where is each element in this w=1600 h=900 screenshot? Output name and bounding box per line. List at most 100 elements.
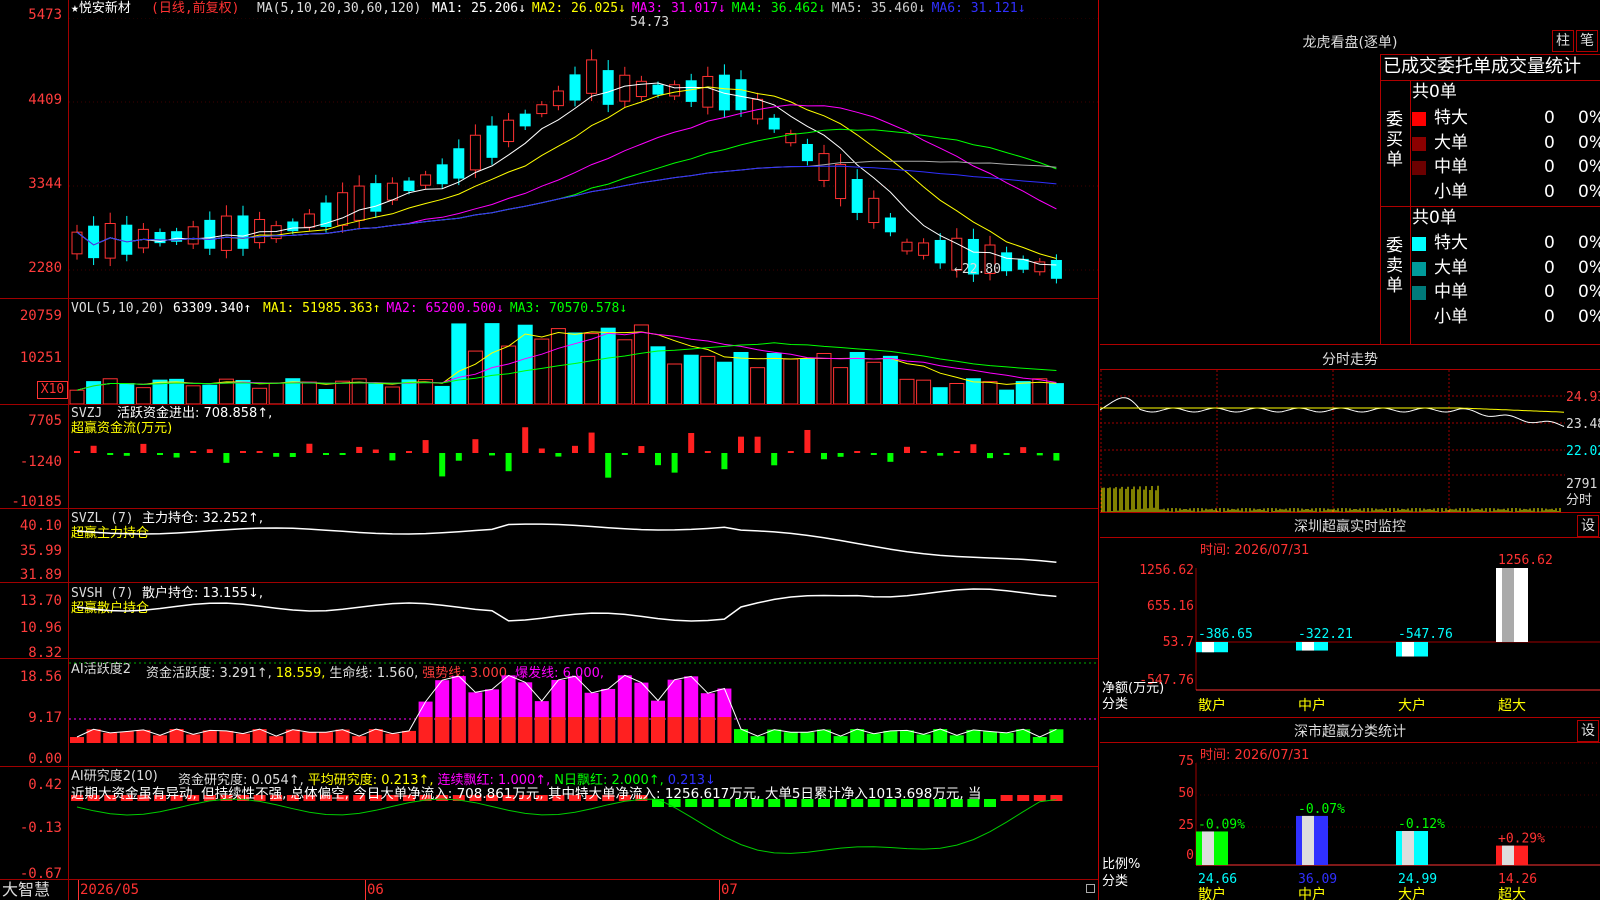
sz-class-settings-button[interactable]: 设 <box>1577 720 1599 742</box>
order-count: 0 <box>1544 132 1555 153</box>
candle-body <box>386 182 398 201</box>
order-size-row: 中单 0 0% <box>1412 280 1600 305</box>
candlestick-chart[interactable] <box>69 18 1098 298</box>
sz-monitor-y-label: 53.7 <box>1162 635 1194 650</box>
category-label: 大户 <box>1398 886 1426 900</box>
activity-base-bar <box>634 717 649 743</box>
candle-body <box>220 215 232 251</box>
intraday-chart[interactable] <box>1100 370 1565 512</box>
volume-bar <box>683 354 699 404</box>
vol-value: 63309.340↑ <box>173 301 252 316</box>
bar-mode-button[interactable]: 柱 <box>1552 30 1574 52</box>
volume-bar <box>318 389 334 404</box>
fund-flow-bar <box>240 451 246 453</box>
fund-flow-bar <box>323 453 329 455</box>
main-chart-area[interactable]: ★悦安新材 (日线,前复权) MA(5,10,20,30,60,120) MA1… <box>0 0 1100 900</box>
lock-icon[interactable] <box>1086 884 1095 893</box>
candle-body <box>121 224 133 255</box>
intraday-title: 分时走势 <box>1322 352 1378 368</box>
price-line <box>1100 397 1565 427</box>
fund-flow-bar <box>206 449 213 453</box>
volume-chart[interactable] <box>69 316 1098 404</box>
dragon-tabs[interactable]: 已成交委托单成交量统计 <box>1383 56 1600 78</box>
candle-body <box>187 226 199 245</box>
candle-body <box>353 185 365 221</box>
fund-flow-bar <box>854 451 861 453</box>
candle-body <box>884 217 896 233</box>
activity-bar <box>269 736 284 743</box>
fund-flow-chart[interactable] <box>69 405 1098 508</box>
volume-bar <box>102 378 118 404</box>
volume-bar <box>119 383 135 404</box>
candle-body <box>818 153 830 181</box>
activity-base-bar <box>601 717 616 743</box>
activity-bar <box>800 732 815 743</box>
activity-bar <box>302 732 317 743</box>
net-amount-bar-highlight <box>1202 642 1214 653</box>
volume-bar <box>783 358 799 404</box>
candle-body <box>254 218 266 244</box>
candle-body <box>918 242 930 256</box>
volume-bar <box>235 379 251 404</box>
volume-bar <box>733 351 749 404</box>
fund-flow-bar <box>422 440 429 453</box>
candle-body <box>204 219 216 249</box>
tick-mode-button[interactable]: 笔 <box>1576 30 1598 52</box>
fund-flow-bar <box>173 453 180 458</box>
order-count: 0 <box>1544 282 1555 302</box>
order-count: 0 <box>1544 257 1555 278</box>
net-amount-value: -322.21 <box>1298 627 1353 642</box>
volume-bar <box>667 363 683 404</box>
sz-monitor-settings-button[interactable]: 设 <box>1577 515 1599 537</box>
volume-bar <box>849 351 865 404</box>
legend-item: MA1: 51985.363↑ <box>263 301 381 316</box>
retail-position-chart[interactable] <box>69 583 1098 658</box>
volume-bar <box>600 327 616 404</box>
ai-research-chart[interactable] <box>69 767 1098 879</box>
ai-activity-chart[interactable] <box>69 659 1098 766</box>
volume-bar <box>135 387 151 404</box>
fund-flow-bar <box>688 432 695 453</box>
activity-base-bar <box>435 717 450 743</box>
activity-bar <box>750 736 765 743</box>
volume-bar <box>501 345 517 404</box>
order-pct: 0% <box>1578 157 1600 177</box>
candle-body <box>735 79 747 111</box>
fund-flow-bar <box>904 446 910 453</box>
order-size-row: 特大 0 0% <box>1412 106 1600 131</box>
candle-body <box>536 104 548 115</box>
candle-body <box>519 113 531 127</box>
fund-flow-bar <box>887 453 894 462</box>
fund-flow-bar <box>273 453 280 457</box>
volume-bar <box>700 355 716 404</box>
order-pct: 0% <box>1578 181 1600 202</box>
activity-bar <box>783 732 798 743</box>
fund-flow-bar <box>289 453 296 457</box>
fund-flow-bar <box>1036 453 1043 456</box>
sz-class-panel: 深市超赢分类统计 设 时间: 2026/07/31 -0.09% 24.66 散户 -… <box>1100 718 1600 900</box>
activity-bar <box>70 737 84 743</box>
volume-bar <box>185 385 201 404</box>
order-size-name: 特大 <box>1434 108 1468 128</box>
activity-bar <box>402 730 416 743</box>
ai-research-y-label: -0.13 <box>19 820 62 836</box>
sz-monitor-x-title: 分类 <box>1102 697 1129 712</box>
fund-flow-bar <box>621 453 628 455</box>
activity-base-bar <box>534 717 549 743</box>
volume-bar <box>69 389 85 404</box>
fund-flow-bar <box>1003 453 1010 455</box>
kline-y-label: 3344 <box>28 176 62 192</box>
fund-flow-bar <box>505 453 512 472</box>
activity-bar <box>236 733 250 743</box>
volume-bar <box>816 352 832 404</box>
dragon-title: 龙虎看盘(逐单) <box>1302 35 1398 51</box>
activity-bar <box>352 736 367 743</box>
ratio-change-label: -0.12% <box>1398 817 1445 832</box>
order-count: 0 <box>1544 306 1555 327</box>
intraday-panel[interactable]: 分时走势 24.93 23.48 22.02 2791 分时 <box>1100 345 1600 513</box>
main-force-position-chart[interactable] <box>69 509 1098 582</box>
volume-bar <box>982 381 998 404</box>
ai-comment-text: 近期大资金虽有异动, 但持续性不强, 总体偏空, 今日大单净流入: 708.86… <box>71 786 982 802</box>
intraday-vol-unit: 分时 <box>1566 493 1593 508</box>
order-pct: 0% <box>1578 257 1600 278</box>
